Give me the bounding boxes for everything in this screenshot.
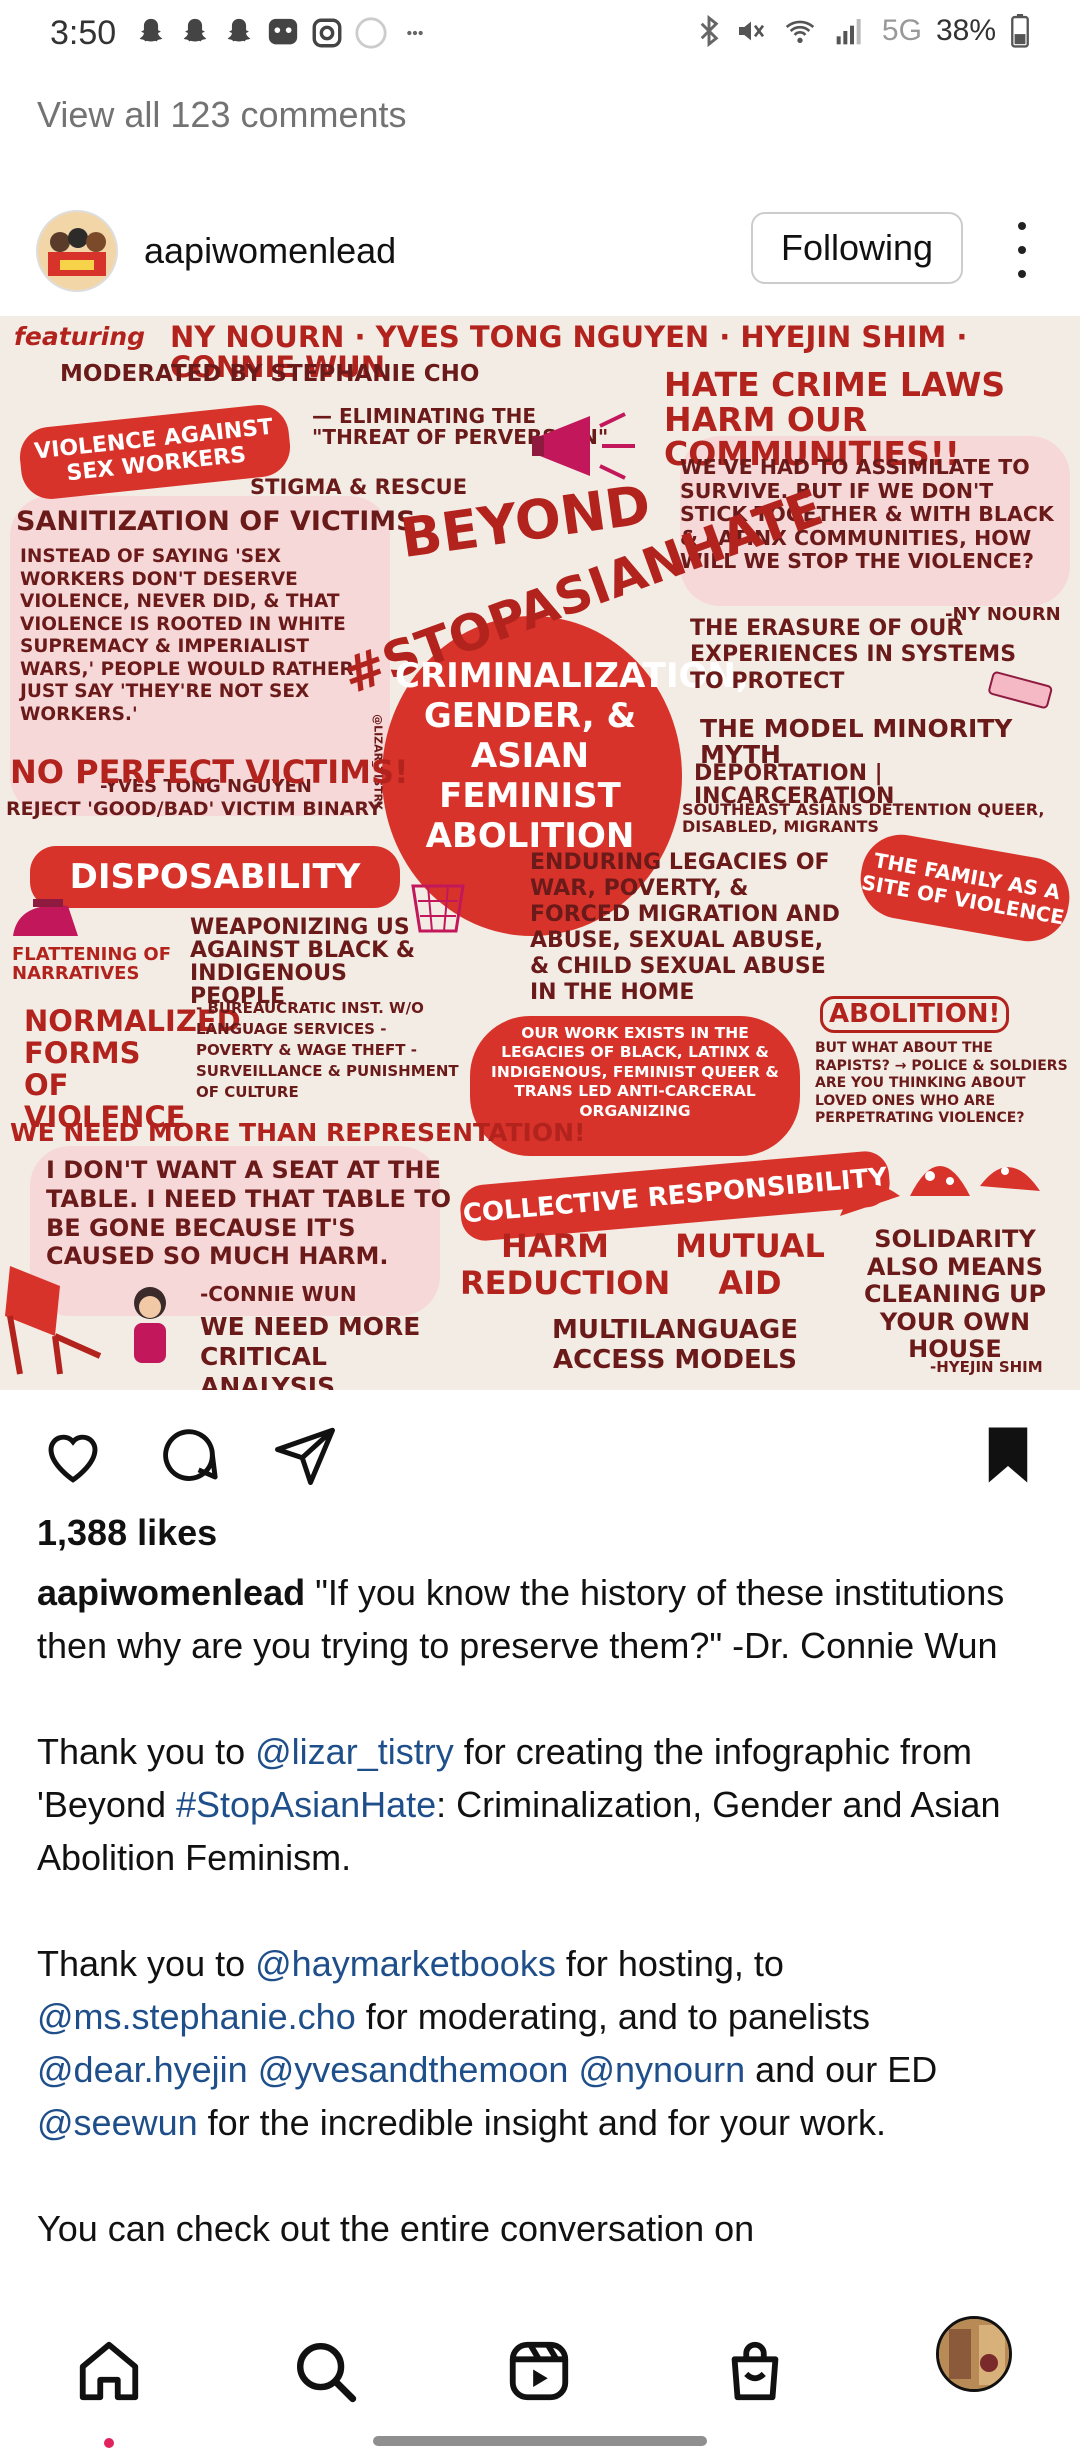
caption-text: for the incredible insight and for your … [197,2102,886,2143]
avatar-image [38,212,116,290]
mention-link[interactable]: @seewun [37,2102,198,2143]
enduring-text: ENDURING LEGACIES OF WAR, POVERTY, & FOR… [530,850,840,1005]
stigma-text: STIGMA & RESCUE [250,475,468,499]
sanitization-body: INSTEAD OF SAYING 'SEX WORKERS DON'T DES… [20,546,354,725]
status-time: 3:50 [50,14,117,52]
harm-reduction: HARM REDUCTION [460,1227,671,1302]
megaphone-icon [532,412,635,480]
erasure-text: THE ERASURE OF OUR EXPERIENCES IN SYSTEM… [690,616,1017,694]
caption-text [248,2049,258,2090]
critical-analysis-text: WE NEED MORE CRITICAL ANALYSIS [200,1312,421,1390]
multilanguage-text: MULTILANGUAGE ACCESS MODELS [552,1315,798,1375]
caption-text: for moderating, and to panelists [355,1996,871,2037]
mention-link[interactable]: @dear.hyejin [37,2049,248,2090]
post-actions [0,1400,1080,1510]
shop-icon[interactable] [720,2336,790,2406]
more-dots-icon [407,30,423,36]
bluetooth-icon [700,15,719,47]
search-icon[interactable] [290,2336,360,2406]
woman-figure-icon [134,1287,166,1363]
caption-paragraph: Thank you to @lizar_tistry for creating … [37,1725,1047,1884]
caption-text: and our ED [745,2049,938,2090]
post-image-infographic[interactable]: featuring NY NOURN · YVES TONG NGUYEN · … [0,316,1080,1390]
weaponizing-text: WEAPONIZING US AGAINST BLACK & INDIGENOU… [190,915,416,1010]
mention-link[interactable]: @yvesandthemoon [258,2049,569,2090]
profile-avatar[interactable] [936,2316,1012,2392]
normalized-list: - BUREAUCRATIC INST. W/O LANGUAGE SERVIC… [196,999,459,1101]
battery-icon [1011,14,1029,48]
snapchat-icon [183,18,207,42]
bookmark-saved-icon[interactable] [975,1422,1041,1488]
likes-count[interactable]: 1,388 likes [37,1512,217,1554]
caption-paragraph: aapiwomenlead "If you know the history o… [37,1566,1047,1672]
caption-container: aapiwomenlead "If you know the history o… [0,1566,1080,2296]
iron-icon [13,899,78,936]
eraser-icon [988,671,1053,709]
hyejin-credit: -HYEJIN SHIM [930,1358,1043,1376]
caption-paragraph: Thank you to @haymarketbooks for hosting… [37,1937,1047,2149]
mention-link[interactable]: @haymarketbooks [255,1943,556,1984]
reject-binary: REJECT 'GOOD/BAD' VICTIM BINARY [6,798,382,820]
network-type: 5G [881,14,922,47]
notification-icons [134,16,432,50]
detention-text: SOUTHEAST ASIANS DETENTION QUEER, DISABL… [682,800,1045,836]
sanitization-heading: SANITIZATION OF VICTIMS [16,506,416,537]
solidarity-quote: SOLIDARITY ALSO MEANS CLEANING UP YOUR O… [863,1225,1047,1364]
featuring-label: featuring [14,322,146,351]
connie-credit: -CONNIE WUN [200,1282,357,1306]
share-send-icon[interactable] [272,1422,338,1488]
hashtag-link[interactable]: #StopAsianHate [176,1784,436,1825]
gesture-bar[interactable] [373,2436,707,2446]
snapchat-icon [227,18,251,42]
status-right: 5G 38% [698,14,1030,48]
flattening-text: FLATTENING OF NARRATIVES [12,944,172,984]
instagram-icon [312,18,342,48]
like-heart-icon[interactable] [40,1422,106,1488]
caption-paragraph: You can check out the entire conversatio… [37,2208,755,2249]
comment-icon[interactable] [156,1422,222,1488]
app-icon [268,18,298,45]
mute-icon [738,21,764,41]
view-all-comments-link[interactable]: View all 123 comments [37,94,407,136]
caption-text: Thank you to [37,1731,256,1772]
status-bar: 3:50 5G 38% [0,0,1080,72]
caption-text [568,2049,578,2090]
abolition-questions: BUT WHAT ABOUT THE RAPISTS? → POLICE & S… [815,1040,1068,1126]
caption-text: for hosting, to [555,1943,784,1984]
wifi-icon [785,20,815,43]
battery-percent: 38% [935,14,996,47]
post-header: aapiwomenlead Following [0,200,1080,300]
caption-username[interactable]: aapiwomenlead [37,1572,305,1613]
normalized-violence: NORMALIZED FORMS OF VIOLENCE [24,1004,241,1134]
more-options-icon[interactable] [1010,222,1034,278]
caption-text: Thank you to [37,1943,256,1984]
our-work-text: OUR WORK EXISTS IN THE LEGACIES OF BLACK… [491,1024,779,1120]
moderator-line: moderated by STEPHANIE CHO [60,361,480,387]
family-violence-banner: THE FAMILY AS A SITE OF VIOLENCE [854,828,1076,948]
mention-link[interactable]: @ms.stephanie.cho [37,1996,356,2037]
signal-icon [836,19,861,45]
circle-icon [355,17,387,49]
home-icon[interactable] [74,2336,144,2406]
mention-link[interactable]: @lizar_tistry [255,1731,454,1772]
avatar[interactable] [36,210,118,292]
home-active-indicator [104,2438,114,2448]
no-perfect-victims: NO PERFECT VICTIMS! [10,753,409,791]
mention-link[interactable]: @nynourn [578,2049,745,2090]
abolition-label: ABOLITION! [820,996,1010,1034]
more-than-representation: WE NEED MORE THAN REPRESENTATION! [10,1118,586,1147]
snapchat-icon [139,18,163,42]
following-button[interactable]: Following [751,212,963,284]
center-title: CRIMINALIZATION, GENDER, & ASIAN FEMINIS… [395,656,749,857]
reels-icon[interactable] [504,2336,574,2406]
chair-icon [5,1266,102,1375]
post-username[interactable]: aapiwomenlead [144,230,396,272]
